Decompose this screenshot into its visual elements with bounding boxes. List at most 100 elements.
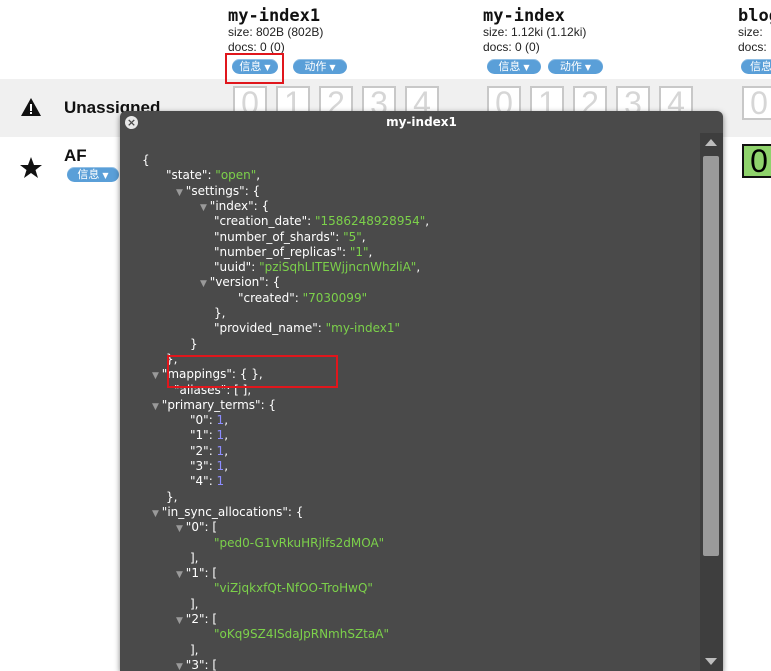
json-key: "in_sync_allocations" <box>161 504 288 519</box>
json-line: "4": 1 <box>190 474 224 489</box>
index-name[interactable]: blog <box>738 6 771 26</box>
scroll-up-icon[interactable] <box>705 139 717 146</box>
action-dropdown-button[interactable]: 动作 ▼ <box>548 59 603 74</box>
collapse-toggle-icon[interactable]: ▼ <box>176 524 186 534</box>
json-token: : [ <box>204 612 218 626</box>
json-key: "3" <box>190 459 209 473</box>
json-value: "7030099" <box>302 290 368 305</box>
star-icon <box>19 156 43 183</box>
json-token: , <box>224 443 229 458</box>
json-line: "number_of_replicas": "1", <box>214 245 372 260</box>
json-key: "state" <box>166 168 208 183</box>
json-key: "2" <box>190 443 209 458</box>
index-name[interactable]: my-index1 <box>228 6 320 26</box>
json-line: "oKq9SZ4ISdaJpRNmhSZtaA" <box>214 627 389 642</box>
json-token: , <box>224 428 229 443</box>
json-key: "number_of_shards" <box>214 229 336 244</box>
json-key: "3" <box>185 657 205 671</box>
collapse-toggle-icon[interactable]: ▼ <box>176 570 186 580</box>
index-docs: docs: <box>738 40 767 54</box>
json-token: , <box>368 244 373 259</box>
json-line: "1": 1, <box>190 428 228 443</box>
json-key: "version" <box>209 275 265 290</box>
scrollbar-thumb[interactable] <box>703 156 719 556</box>
action-label: 动作 <box>304 60 327 73</box>
json-token: : [ <box>204 657 218 671</box>
info-label: 信息 <box>498 60 521 73</box>
collapse-toggle-icon[interactable]: ▼ <box>152 402 162 412</box>
json-line: ▼ "settings": { <box>176 184 260 199</box>
scrollbar[interactable] <box>700 133 723 671</box>
json-line: "ped0-G1vRkuHRjlfs2dMOA" <box>214 536 384 551</box>
json-token: , <box>224 459 229 473</box>
json-key: "index" <box>209 198 254 213</box>
json-token: : { <box>244 183 261 198</box>
collapse-toggle-icon[interactable]: ▼ <box>152 509 162 519</box>
json-token: , <box>361 229 366 244</box>
json-token: , <box>256 168 261 183</box>
collapse-toggle-icon[interactable]: ▼ <box>176 616 186 626</box>
node-info-button[interactable]: 信息 ▼ <box>67 167 119 182</box>
highlight-box-info <box>225 53 284 84</box>
info-dropdown-button[interactable]: 信息 <box>741 59 771 74</box>
json-value: "1586248928954" <box>314 214 426 229</box>
json-line: "2": 1, <box>190 444 228 459</box>
shard-box[interactable]: 0 <box>742 144 771 178</box>
json-line: ▼ "primary_terms": { <box>152 398 276 413</box>
json-line: { <box>142 153 150 168</box>
json-colon: : <box>335 229 344 244</box>
json-value: "oKq9SZ4ISdaJpRNmhSZtaA" <box>214 627 389 642</box>
json-token: { <box>142 153 150 167</box>
json-line: ▼ "2": [ <box>176 612 217 627</box>
collapse-toggle-icon[interactable]: ▼ <box>200 203 210 213</box>
json-key: "created" <box>238 290 295 305</box>
json-colon: : <box>208 428 217 443</box>
json-token: ], <box>190 642 199 657</box>
json-line: ▼ "3": [ <box>176 658 217 671</box>
json-line: "viZjqkxfQt-NfOO-TroHwQ" <box>214 581 373 596</box>
json-token: } <box>190 336 198 351</box>
index-size: size: <box>738 25 763 39</box>
caret-down-icon: ▼ <box>329 63 336 72</box>
action-label: 动作 <box>559 60 582 73</box>
json-line: ], <box>190 551 199 566</box>
json-line: }, <box>214 306 225 321</box>
json-value: "ped0-G1vRkuHRjlfs2dMOA" <box>214 535 385 550</box>
scroll-down-icon[interactable] <box>705 658 717 665</box>
json-token: }, <box>166 489 178 504</box>
json-colon: : <box>317 321 326 336</box>
json-value: "open" <box>215 168 257 183</box>
json-line: ▼ "index": { <box>200 199 269 214</box>
json-colon: : <box>208 443 217 458</box>
json-token: ], <box>190 596 199 611</box>
json-token: : { <box>260 397 277 412</box>
json-colon: : <box>251 260 260 275</box>
collapse-toggle-icon[interactable]: ▼ <box>152 371 162 381</box>
collapse-toggle-icon[interactable]: ▼ <box>176 662 186 671</box>
json-line: "creation_date": "1586248928954", <box>214 214 429 229</box>
json-line: ], <box>190 597 199 612</box>
json-token: , <box>224 413 229 428</box>
json-viewer[interactable]: {"state": "open", ▼ "settings": {▼ "index… <box>120 133 700 671</box>
json-line: "uuid": "pziSqhLITEWjjncnWhzliA", <box>214 260 420 275</box>
collapse-toggle-icon[interactable]: ▼ <box>200 279 210 289</box>
index-name[interactable]: my-index <box>483 6 565 26</box>
close-icon[interactable]: × <box>125 116 138 129</box>
json-value: "5" <box>343 229 362 244</box>
json-line: "state": "open", <box>166 168 260 183</box>
json-key: "1" <box>190 428 209 443</box>
json-token: ], <box>190 550 199 565</box>
shard-box[interactable]: 0 <box>742 86 771 120</box>
json-token: : [ <box>204 520 218 535</box>
json-key: "4" <box>190 474 209 489</box>
info-label: 信息 <box>77 168 100 181</box>
action-dropdown-button[interactable]: 动作 ▼ <box>293 59 347 74</box>
json-value: "viZjqkxfQt-NfOO-TroHwQ" <box>214 581 373 596</box>
json-value: 1 <box>216 474 225 489</box>
json-token: : { <box>264 275 281 290</box>
info-dropdown-button[interactable]: 信息 ▼ <box>487 59 541 74</box>
json-key: "primary_terms" <box>161 397 261 412</box>
json-colon: : <box>208 474 217 489</box>
json-line: ], <box>190 643 199 658</box>
collapse-toggle-icon[interactable]: ▼ <box>176 188 186 198</box>
